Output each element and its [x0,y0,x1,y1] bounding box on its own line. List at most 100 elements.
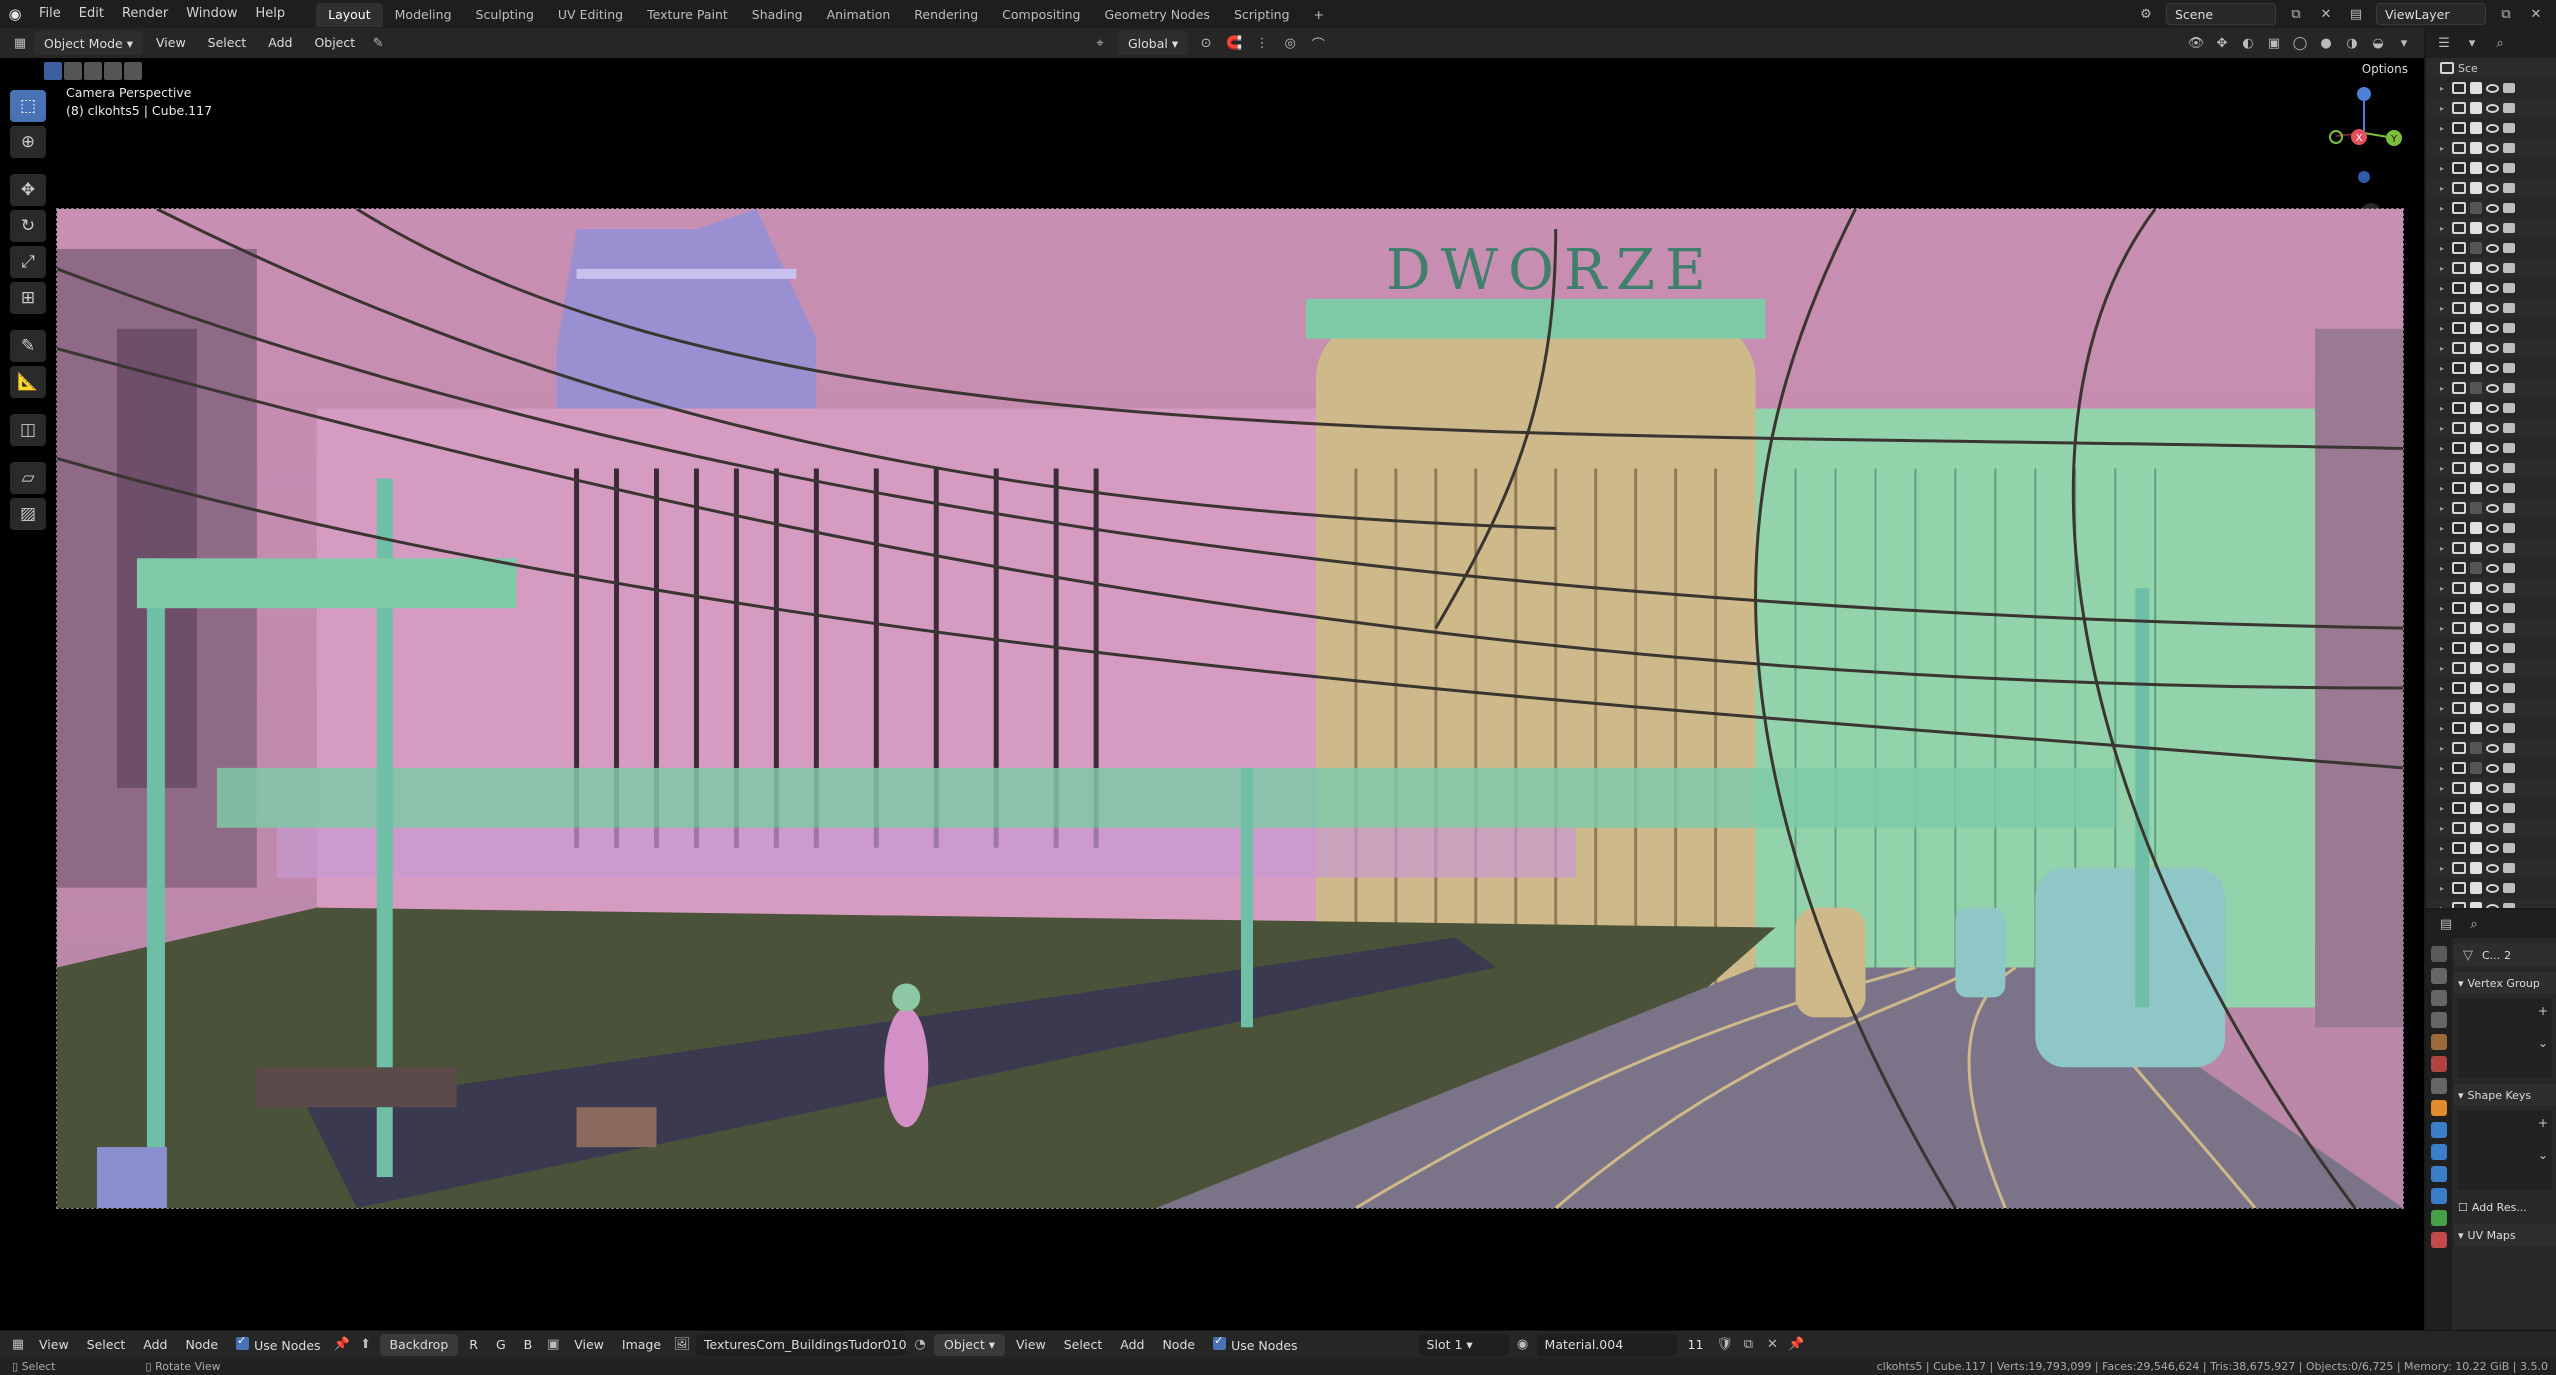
rotate-tool-icon[interactable]: ↻ [10,210,46,242]
shader-menu-select[interactable]: Select [1057,1337,1110,1352]
camera-render-icon[interactable] [2503,363,2515,373]
outliner-collection-row[interactable]: ▸ [2426,278,2556,298]
select-new-icon[interactable] [44,62,62,80]
image-menu-image[interactable]: Image [615,1337,668,1352]
exclude-checkbox[interactable] [2470,262,2482,274]
camera-render-icon[interactable] [2503,243,2515,253]
camera-render-icon[interactable] [2503,303,2515,313]
camera-render-icon[interactable] [2503,703,2515,713]
outliner-collection-row[interactable]: ▸ [2426,418,2556,438]
expand-arrow-icon[interactable]: ▸ [2440,84,2448,93]
eye-icon[interactable] [2486,323,2499,333]
eye-icon[interactable] [2486,383,2499,393]
expand-arrow-icon[interactable]: ▸ [2440,544,2448,553]
exclude-checkbox[interactable] [2470,802,2482,814]
tab-uv-editing[interactable]: UV Editing [546,3,635,27]
exclude-checkbox[interactable] [2470,302,2482,314]
material-shading-icon[interactable]: ◑ [2342,33,2362,53]
slot-dropdown[interactable]: Slot 1 ▾ [1418,1333,1509,1356]
options-button[interactable]: Options [2354,60,2416,78]
exclude-checkbox[interactable] [2470,242,2482,254]
camera-render-icon[interactable] [2503,763,2515,773]
pin-icon[interactable]: 📌 [332,1335,352,1355]
shader-use-nodes-checkbox[interactable]: Use Nodes [1206,1334,1304,1353]
exclude-checkbox[interactable] [2470,822,2482,834]
xray-icon[interactable]: ▣ [2264,33,2284,53]
transform-tool-icon[interactable]: ⊞ [10,282,46,314]
exclude-checkbox[interactable] [2470,782,2482,794]
expand-arrow-icon[interactable]: ▸ [2440,364,2448,373]
gpencil-icon[interactable]: ✎ [368,33,388,53]
camera-render-icon[interactable] [2503,483,2515,493]
exclude-checkbox[interactable] [2470,542,2482,554]
expand-arrow-icon[interactable]: ▸ [2440,104,2448,113]
outliner-collection-row[interactable]: ▸ [2426,798,2556,818]
add-workspace-button[interactable]: + [1302,3,1336,27]
outliner-collection-row[interactable]: ▸ [2426,758,2556,778]
eye-icon[interactable] [2486,803,2499,813]
pivot-icon[interactable]: ⊙ [1196,33,1216,53]
output-tab-icon[interactable] [2431,990,2447,1006]
outliner-collection-row[interactable]: ▸ [2426,78,2556,98]
solid-shading-icon[interactable]: ● [2316,33,2336,53]
add-shape-key-icon[interactable]: + [2538,1116,2548,1130]
neg-z-axis-handle[interactable] [2358,171,2370,183]
camera-render-icon[interactable] [2503,203,2515,213]
camera-render-icon[interactable] [2503,683,2515,693]
material-browse-icon[interactable]: ◉ [1513,1335,1533,1355]
camera-render-icon[interactable] [2503,883,2515,893]
outliner-collection-row[interactable]: ▸ [2426,858,2556,878]
menu-edit[interactable]: Edit [70,0,113,28]
eye-icon[interactable] [2486,343,2499,353]
eye-icon[interactable] [2486,123,2499,133]
gizmo-toggle-icon[interactable]: ✥ [2212,33,2232,53]
eye-icon[interactable] [2486,603,2499,613]
neg-y-axis-handle[interactable] [2329,130,2343,144]
node-menu-select[interactable]: Select [80,1337,133,1352]
exclude-checkbox[interactable] [2470,162,2482,174]
image-browse-icon[interactable]: 🖼 [672,1335,692,1355]
eye-icon[interactable] [2486,723,2499,733]
outliner-collection-row[interactable]: ▸ [2426,698,2556,718]
tab-compositing[interactable]: Compositing [990,3,1092,27]
outliner-collection-row[interactable]: ▸ [2426,658,2556,678]
snap-icon[interactable]: 🧲 [1224,33,1244,53]
outliner-collection-row[interactable]: ▸ [2426,538,2556,558]
visibility-icon[interactable]: 👁 [2186,33,2206,53]
expand-arrow-icon[interactable]: ▸ [2440,464,2448,473]
expand-arrow-icon[interactable]: ▸ [2440,144,2448,153]
unlink-material-icon[interactable]: ✕ [1762,1335,1782,1355]
eye-icon[interactable] [2486,263,2499,273]
camera-render-icon[interactable] [2503,803,2515,813]
outliner-collection-row[interactable]: ▸ [2426,778,2556,798]
exclude-checkbox[interactable] [2470,362,2482,374]
camera-render-icon[interactable] [2503,563,2515,573]
eye-icon[interactable] [2486,203,2499,213]
camera-render-icon[interactable] [2503,863,2515,873]
image-editor-icon[interactable]: ▣ [543,1335,563,1355]
exclude-checkbox[interactable] [2470,222,2482,234]
eye-icon[interactable] [2486,223,2499,233]
eye-icon[interactable] [2486,743,2499,753]
add-group-icon[interactable]: + [2538,1004,2548,1018]
outliner-collection-row[interactable]: ▸ [2426,98,2556,118]
move-tool-icon[interactable]: ✥ [10,174,46,206]
viewport-menu-view[interactable]: View [147,31,195,55]
shape-menu-icon[interactable]: ⌄ [2538,1148,2548,1162]
expand-arrow-icon[interactable]: ▸ [2440,184,2448,193]
blender-logo-icon[interactable]: ◉ [0,0,30,28]
exclude-checkbox[interactable] [2470,342,2482,354]
viewport-menu-add[interactable]: Add [259,31,301,55]
camera-render-icon[interactable] [2503,823,2515,833]
camera-render-icon[interactable] [2503,663,2515,673]
exclude-checkbox[interactable] [2470,202,2482,214]
outliner-collection-row[interactable]: ▸ [2426,158,2556,178]
constraints-tab-icon[interactable] [2431,1188,2447,1204]
editor-type-icon[interactable]: ▦ [10,33,30,53]
mesh-name-row[interactable]: ▽ C... 2 [2454,944,2556,966]
exclude-checkbox[interactable] [2470,402,2482,414]
orientation-dropdown[interactable]: Global ▾ [1118,31,1189,55]
tab-layout[interactable]: Layout [316,3,383,27]
menu-window[interactable]: Window [177,0,246,28]
camera-render-icon[interactable] [2503,523,2515,533]
